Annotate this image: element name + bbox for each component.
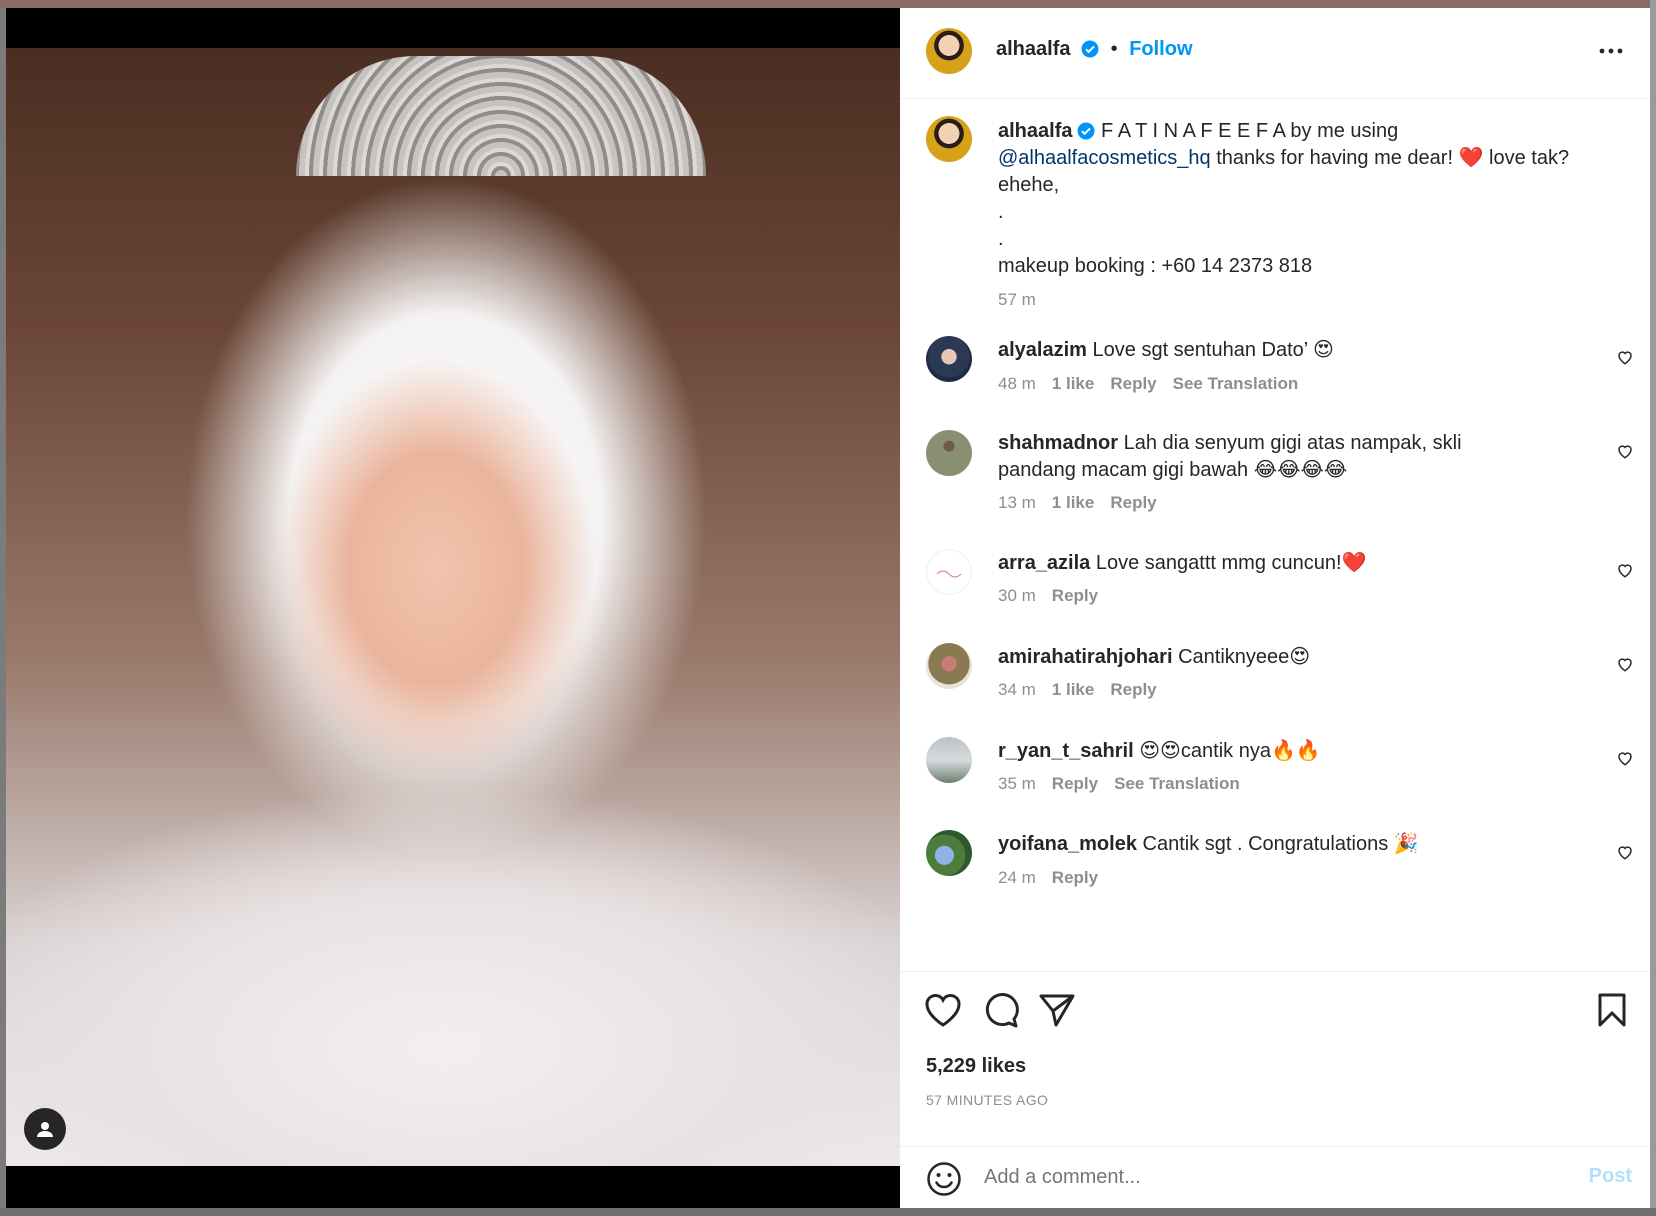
- caption-booking: makeup booking : +60 14 2373 818: [998, 255, 1313, 277]
- comment-username[interactable]: arra_azila: [998, 552, 1090, 574]
- comment-meta: 34 m 1 like Reply: [998, 680, 1157, 700]
- post-comment-button[interactable]: Post: [1589, 1165, 1632, 1188]
- comment-username[interactable]: alyalazim: [998, 339, 1087, 361]
- comment-input[interactable]: [982, 1165, 1526, 1190]
- comment-reply-button[interactable]: Reply: [1052, 868, 1098, 887]
- comment-time[interactable]: 48 m: [998, 374, 1036, 393]
- background-edge-bottom: [0, 1208, 1656, 1216]
- comment-like-heart-icon[interactable]: [1616, 749, 1634, 772]
- comment-avatar[interactable]: [926, 430, 972, 476]
- caption-dot: .: [998, 201, 1004, 223]
- verified-badge-icon: [1081, 40, 1099, 58]
- post-panel: alhaalfa • Follow alhaalfa F A T I N A F…: [900, 8, 1650, 1208]
- comment-text: Love sangattt mmg cuncun!❤️: [1095, 552, 1367, 574]
- comment-bubble-icon[interactable]: [982, 992, 1020, 1033]
- comment-meta: 13 m 1 like Reply: [998, 493, 1157, 513]
- caption-part1: F A T I N A F E E F A by me using: [1101, 120, 1399, 142]
- caption-text: alhaalfa F A T I N A F E E F A by me usi…: [998, 118, 1598, 313]
- comment-avatar[interactable]: [926, 643, 972, 689]
- comment-reply-button[interactable]: Reply: [1052, 586, 1098, 605]
- comment-body: r_yan_t_sahril 😍😍cantik nya🔥🔥: [998, 738, 1558, 765]
- author-line: alhaalfa • Follow: [996, 38, 1193, 61]
- comment-text: Love sgt sentuhan Dato’ 😍: [1092, 339, 1334, 361]
- comment-avatar[interactable]: [926, 830, 972, 876]
- comment-likes[interactable]: 1 like: [1052, 493, 1095, 512]
- comment-time[interactable]: 34 m: [998, 680, 1036, 699]
- see-translation-button[interactable]: See Translation: [1114, 774, 1240, 793]
- likes-count[interactable]: 5,229 likes: [926, 1055, 1026, 1078]
- post-timestamp[interactable]: 57 MINUTES AGO: [926, 1092, 1048, 1108]
- comment-like-heart-icon[interactable]: [1616, 655, 1634, 678]
- author-username[interactable]: alhaalfa: [996, 38, 1070, 60]
- comment-time[interactable]: 24 m: [998, 868, 1036, 887]
- comment-reply-button[interactable]: Reply: [1052, 774, 1098, 793]
- user-icon: [37, 1122, 53, 1137]
- comment-time[interactable]: 13 m: [998, 493, 1036, 512]
- background-strip: [0, 0, 1656, 8]
- see-translation-button[interactable]: See Translation: [1173, 374, 1299, 393]
- comment-like-heart-icon[interactable]: [1616, 561, 1634, 584]
- comment-avatar[interactable]: [926, 336, 972, 382]
- comment-body: amirahatirahjohari Cantiknyeee😍: [998, 644, 1558, 671]
- comment-likes[interactable]: 1 like: [1052, 374, 1095, 393]
- caption-dot: .: [998, 228, 1004, 250]
- comment-meta: 30 m Reply: [998, 586, 1098, 606]
- caption-avatar[interactable]: [926, 116, 972, 162]
- save-bookmark-icon[interactable]: [1596, 992, 1628, 1033]
- comment-avatar[interactable]: [926, 549, 972, 595]
- comment-meta: 48 m 1 like Reply See Translation: [998, 374, 1298, 394]
- comment-username[interactable]: yoifana_molek: [998, 833, 1137, 855]
- background-edge: [1650, 0, 1656, 1216]
- caption-username[interactable]: alhaalfa: [998, 120, 1072, 142]
- comment-text: 😍😍cantik nya🔥🔥: [1139, 740, 1321, 762]
- comment-reply-button[interactable]: Reply: [1110, 680, 1156, 699]
- post-media[interactable]: [6, 8, 900, 1208]
- comment-like-heart-icon[interactable]: [1616, 843, 1634, 866]
- comment-meta: 24 m Reply: [998, 868, 1098, 888]
- comment-body: arra_azila Love sangattt mmg cuncun!❤️: [998, 550, 1558, 577]
- comment-username[interactable]: amirahatirahjohari: [998, 646, 1173, 668]
- comment-reply-button[interactable]: Reply: [1110, 493, 1156, 512]
- comment-time[interactable]: 35 m: [998, 774, 1036, 793]
- share-send-icon[interactable]: [1038, 992, 1076, 1033]
- comment-text: Cantik sgt . Congratulations 🎉: [1142, 833, 1419, 855]
- header-separator: •: [1110, 38, 1118, 60]
- add-comment-bar: Post: [900, 1146, 1650, 1209]
- comment-username[interactable]: r_yan_t_sahril: [998, 740, 1134, 762]
- like-heart-icon[interactable]: [924, 992, 962, 1033]
- post-actions: 5,229 likes 57 MINUTES AGO: [900, 971, 1650, 1112]
- author-avatar[interactable]: [926, 28, 972, 74]
- photo-tiara-detail: [296, 56, 706, 176]
- tagged-users-button[interactable]: [24, 1108, 66, 1150]
- follow-button[interactable]: Follow: [1129, 38, 1192, 60]
- comment-time[interactable]: 30 m: [998, 586, 1036, 605]
- comment-avatar[interactable]: [926, 737, 972, 783]
- comment-username[interactable]: shahmadnor: [998, 432, 1118, 454]
- post-header: alhaalfa • Follow: [900, 8, 1650, 99]
- verified-badge-icon: [1077, 122, 1095, 140]
- comment-meta: 35 m Reply See Translation: [998, 774, 1240, 794]
- comment-like-heart-icon[interactable]: [1616, 442, 1634, 465]
- comment-reply-button[interactable]: Reply: [1110, 374, 1156, 393]
- post-photo: [6, 48, 900, 1166]
- comment-like-heart-icon[interactable]: [1616, 348, 1634, 371]
- comment-text: Cantiknyeee😍: [1178, 646, 1311, 668]
- caption-time[interactable]: 57 m: [998, 286, 1598, 313]
- comment-body: shahmadnor Lah dia senyum gigi atas namp…: [998, 430, 1508, 484]
- emoji-icon[interactable]: [926, 1161, 962, 1202]
- brand-logo-icon: [936, 570, 962, 578]
- more-options-icon[interactable]: [1598, 38, 1624, 69]
- caption-mention-link[interactable]: @alhaalfacosmetics_hq: [998, 147, 1211, 169]
- comment-body: alyalazim Love sgt sentuhan Dato’ 😍: [998, 337, 1558, 364]
- comment-body: yoifana_molek Cantik sgt . Congratulatio…: [998, 831, 1558, 858]
- comment-likes[interactable]: 1 like: [1052, 680, 1095, 699]
